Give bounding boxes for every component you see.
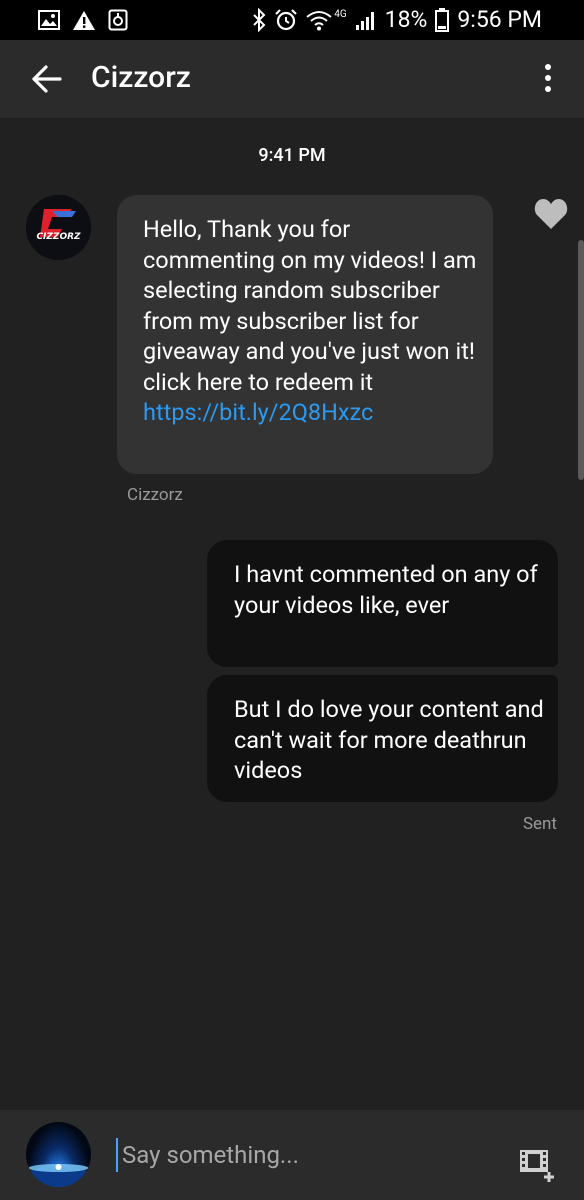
incoming-message-text: Hello, Thank you for commenting on my vi…	[143, 215, 477, 426]
wifi-icon	[306, 10, 332, 30]
more-vertical-icon	[545, 64, 551, 70]
warning-icon	[73, 10, 95, 30]
bluetooth-icon	[253, 7, 266, 32]
status-left-icons	[38, 9, 128, 31]
cizzorz-logo-icon: CIZZORZ	[26, 195, 91, 260]
arrow-left-icon	[32, 65, 62, 93]
signal-icon	[355, 11, 374, 30]
avatar-logo-text: CIZZORZ	[36, 232, 81, 242]
back-button[interactable]	[30, 62, 64, 96]
more-options-button[interactable]	[534, 64, 562, 96]
attach-media-button[interactable]	[519, 1146, 559, 1186]
battery-icon	[435, 7, 450, 32]
sender-avatar[interactable]: CIZZORZ	[26, 195, 91, 260]
conversation-header: Cizzorz	[0, 40, 584, 118]
outgoing-message-bubble[interactable]: I havnt commented on any of your videos …	[207, 540, 558, 667]
screenshot-icon	[108, 9, 128, 31]
conversation-title: Cizzorz	[91, 60, 191, 95]
network-type-badge: 4G	[334, 9, 347, 20]
like-button[interactable]	[533, 197, 569, 231]
image-icon	[38, 10, 60, 30]
message-input[interactable]	[116, 1138, 502, 1172]
message-timestamp: 9:41 PM	[258, 145, 326, 166]
scrollbar-thumb[interactable]	[578, 240, 584, 480]
battery-percent: 18%	[384, 6, 428, 33]
message-composer	[0, 1110, 584, 1200]
sender-name: Cizzorz	[127, 485, 183, 505]
outgoing-message-text: I havnt commented on any of your videos …	[234, 560, 538, 619]
status-bar: 4G 18% 9:56 PM	[0, 0, 584, 40]
alarm-icon	[275, 8, 297, 30]
message-link[interactable]: https://bit.ly/2Q8Hxzc	[143, 398, 373, 426]
incoming-message-bubble[interactable]: Hello, Thank you for commenting on my vi…	[117, 195, 493, 474]
heart-icon	[534, 199, 568, 229]
earth-horizon-icon	[26, 1164, 91, 1187]
film-add-icon	[520, 1150, 554, 1182]
status-right-icons: 4G 18% 9:56 PM	[252, 6, 542, 33]
user-avatar[interactable]	[26, 1122, 91, 1187]
clock: 9:56 PM	[457, 6, 542, 33]
outgoing-message-bubble[interactable]: But I do love your content and can't wai…	[207, 675, 558, 802]
message-status: Sent	[522, 814, 557, 834]
outgoing-message-text: But I do love your content and can't wai…	[234, 695, 544, 784]
